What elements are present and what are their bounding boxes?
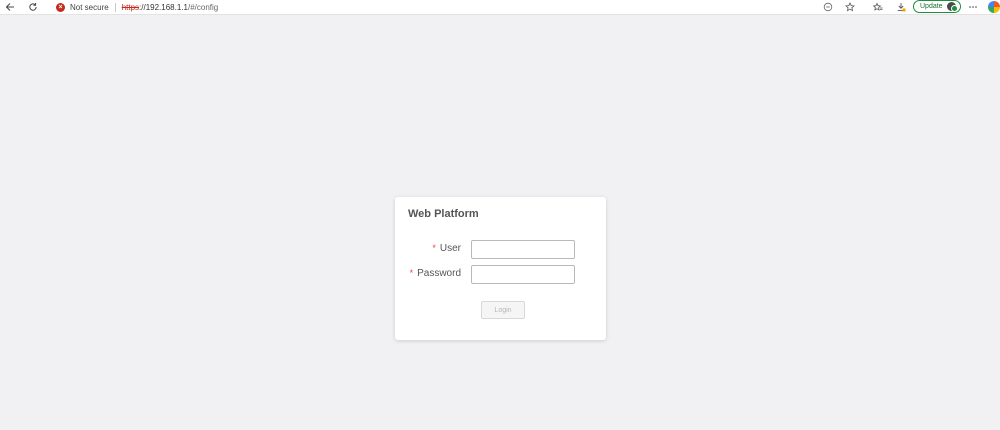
- favorites-icon[interactable]: [871, 0, 885, 14]
- login-card: Web Platform * User * Password Login: [395, 197, 606, 340]
- more-icon[interactable]: [966, 0, 980, 14]
- user-row: * User: [395, 240, 606, 259]
- download-icon[interactable]: [894, 0, 908, 14]
- not-secure-icon: ×: [56, 2, 65, 12]
- security-text: Not secure: [70, 2, 109, 12]
- security-indicator[interactable]: × Not secure: [56, 0, 109, 14]
- password-row: * Password: [395, 265, 606, 284]
- reader-icon[interactable]: [821, 0, 835, 14]
- required-mark: *: [432, 243, 436, 253]
- user-input[interactable]: [471, 240, 575, 259]
- url-host: ://192.168.1.1: [139, 2, 188, 12]
- browser-toolbar: × Not secure https ://192.168.1.1 /#/con…: [0, 0, 1000, 15]
- update-label: Update: [920, 3, 943, 10]
- reload-icon[interactable]: [26, 0, 40, 14]
- copilot-icon[interactable]: [988, 1, 1000, 13]
- login-button[interactable]: Login: [481, 301, 525, 319]
- user-label-wrap: * User: [432, 243, 461, 254]
- page-title: Web Platform: [408, 208, 479, 220]
- required-mark: *: [409, 268, 414, 278]
- update-button[interactable]: Update: [913, 0, 961, 13]
- address-separator: [114, 2, 116, 12]
- password-input[interactable]: [471, 265, 575, 284]
- star-icon[interactable]: [843, 0, 857, 14]
- profile-avatar-icon: [947, 2, 958, 12]
- url-path: /#/config: [187, 2, 219, 12]
- password-label: Password: [417, 268, 461, 279]
- password-label-wrap: * Password: [410, 268, 461, 279]
- back-arrow-icon[interactable]: [3, 0, 17, 14]
- user-label: User: [439, 243, 461, 254]
- address-bar[interactable]: × Not secure https ://192.168.1.1 /#/con…: [48, 0, 838, 14]
- url-scheme: https: [121, 2, 140, 12]
